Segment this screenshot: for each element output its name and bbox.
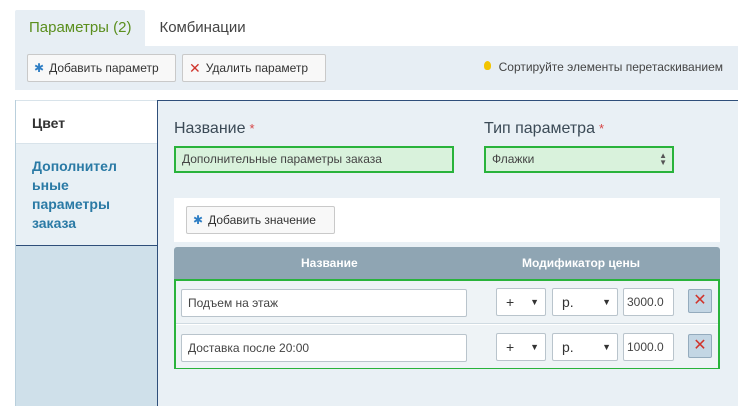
parameter-sidebar: Цвет Дополнител ьные параметры заказа [15,100,158,406]
sign-select[interactable]: + ▼ [496,288,546,316]
price-amount-input[interactable]: 3000.0 [623,288,674,316]
values-table-header: Название Модификатор цены [174,247,720,279]
values-table-body: Подъем на этаж + ▼ р. ▼ 3000.0 ✕ Доставк… [174,279,720,369]
sidebar-item-color[interactable]: Цвет [16,100,158,144]
caret-down-icon: ▼ [530,342,539,352]
updown-arrows-icon: ▲ ▼ [659,151,667,167]
caret-down-icon: ▼ [602,297,611,307]
unit-select-value: р. [562,294,574,310]
delete-row-button[interactable]: ✕ [688,334,712,358]
add-parameter-label: Добавить параметр [49,61,159,75]
unit-select-value: р. [562,339,574,355]
toolbar: ✱ Добавить параметр ✕ Удалить параметр С… [15,46,738,90]
add-value-bar: ✱ Добавить значение [174,198,720,242]
plus-icon: ✱ [34,61,45,75]
sort-hint: Сортируйте элементы перетаскиванием [483,60,723,74]
close-icon: ✕ [189,59,201,76]
type-label: Тип параметра * [484,120,604,138]
add-value-label: Добавить значение [208,213,316,227]
name-label: Название * [174,120,255,138]
caret-down-icon: ▼ [530,297,539,307]
sign-select-value: + [506,294,515,310]
sidebar-item-extra-order-params[interactable]: Дополнител ьные параметры заказа [16,144,158,246]
add-parameter-button[interactable]: ✱ Добавить параметр [27,54,176,82]
name-field[interactable]: Дополнительные параметры заказа [174,146,454,173]
value-name-input[interactable]: Подъем на этаж [181,289,467,317]
remove-parameter-button[interactable]: ✕ Удалить параметр [182,54,326,82]
sign-select[interactable]: + ▼ [496,333,546,361]
close-icon: ✕ [693,292,707,309]
caret-down-icon: ▼ [602,342,611,352]
required-marker: * [249,121,255,136]
table-row: Доставка после 20:00 + ▼ р. ▼ 1000.0 ✕ [176,325,718,368]
value-name-input[interactable]: Доставка после 20:00 [181,334,467,362]
sign-select-value: + [506,339,515,355]
tab-combinations[interactable]: Комбинации [145,10,259,46]
tab-parameters[interactable]: Параметры (2) [15,10,146,46]
column-header-name: Название [301,256,358,270]
name-label-text: Название [174,120,246,137]
required-marker: * [598,121,605,136]
add-value-button[interactable]: ✱ Добавить значение [186,206,335,234]
unit-select[interactable]: р. ▼ [552,333,618,361]
delete-row-button[interactable]: ✕ [688,289,712,313]
tab-bar: Параметры (2) Комбинации [15,10,260,46]
column-header-price-modifier: Модификатор цены [522,256,640,270]
table-row: Подъем на этаж + ▼ р. ▼ 3000.0 ✕ [176,281,718,324]
unit-select[interactable]: р. ▼ [552,288,618,316]
type-select-value: Флажки [492,152,535,166]
lightbulb-icon [483,60,491,70]
type-label-text: Тип параметра [484,120,595,137]
plus-icon: ✱ [193,213,204,227]
remove-parameter-label: Удалить параметр [205,61,309,75]
type-select[interactable]: Флажки ▲ ▼ [484,146,674,173]
sort-hint-text: Сортируйте элементы перетаскиванием [498,60,723,74]
price-amount-input[interactable]: 1000.0 [623,333,674,361]
close-icon: ✕ [693,337,707,354]
